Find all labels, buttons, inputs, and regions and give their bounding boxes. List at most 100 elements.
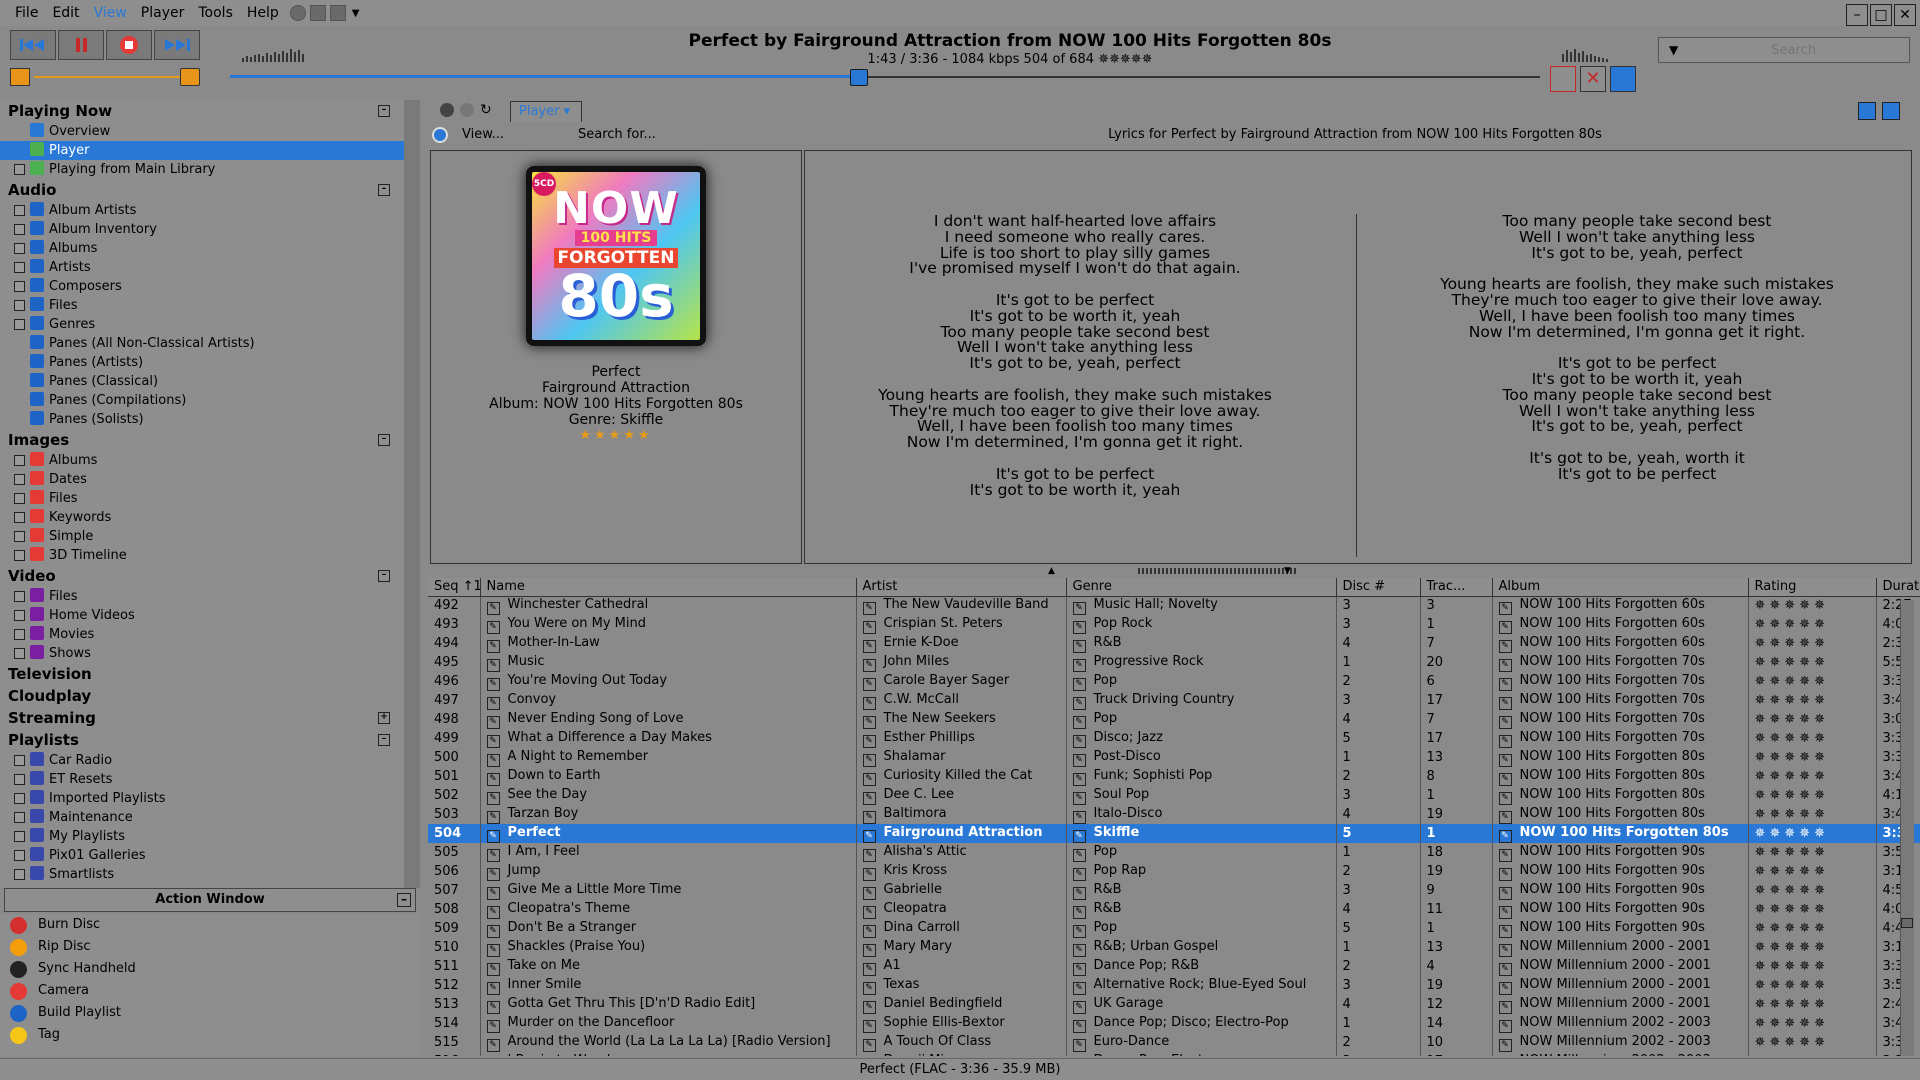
table-scrollbar[interactable] — [1900, 600, 1914, 1056]
tree-item-video[interactable]: Shows — [0, 644, 404, 663]
edit-pencil-icon[interactable]: ✎ — [862, 924, 876, 938]
edit-pencil-icon[interactable]: ✎ — [486, 981, 500, 995]
table-row[interactable]: 497 ✎ Convoy ✎ C.W. McCall ✎ Truck Driving Cou… — [428, 691, 1920, 710]
tree-scrollbar[interactable] — [404, 100, 420, 888]
tree-item-video[interactable]: Files — [0, 587, 404, 606]
search-for-menu[interactable]: Search for... — [578, 127, 656, 142]
edit-pencil-icon[interactable]: ✎ — [1498, 734, 1512, 748]
table-row[interactable]: 506 ✎ Jump ✎ Kris Kross ✎ Pop Rap 2 19 ✎ NOW 100 H… — [428, 862, 1920, 881]
edit-pencil-icon[interactable]: ✎ — [1072, 620, 1086, 634]
edit-pencil-icon[interactable]: ✎ — [1072, 810, 1086, 824]
edit-pencil-icon[interactable]: ✎ — [862, 620, 876, 634]
tree-item-audio[interactable]: Album Inventory — [0, 220, 404, 239]
edit-pencil-icon[interactable]: ✎ — [1498, 1000, 1512, 1014]
action-sync-handheld[interactable]: Sync Handheld — [0, 958, 420, 980]
expand-icon[interactable] — [14, 281, 25, 292]
expand-icon[interactable] — [14, 850, 25, 861]
edit-pencil-icon[interactable]: ✎ — [486, 696, 500, 710]
table-row[interactable]: 514 ✎ Murder on the Dancefloor ✎ Sophie Elli… — [428, 1014, 1920, 1033]
edit-pencil-icon[interactable]: ✎ — [1072, 696, 1086, 710]
edit-pencil-icon[interactable]: ✎ — [1072, 601, 1086, 615]
edit-pencil-icon[interactable]: ✎ — [862, 1038, 876, 1052]
edit-pencil-icon[interactable]: ✎ — [1498, 753, 1512, 767]
edit-pencil-icon[interactable]: ✎ — [1498, 905, 1512, 919]
expand-icon[interactable] — [14, 474, 25, 485]
column-seq[interactable]: Seq ↑1 — [428, 578, 481, 597]
edit-pencil-icon[interactable]: ✎ — [1498, 772, 1512, 786]
expand-icon[interactable] — [14, 243, 25, 254]
edit-pencil-icon[interactable]: ✎ — [862, 962, 876, 976]
expand-icon[interactable] — [14, 164, 25, 175]
pause-button[interactable] — [58, 30, 104, 60]
edit-pencil-icon[interactable]: ✎ — [1072, 772, 1086, 786]
edit-pencil-icon[interactable]: ✎ — [1072, 753, 1086, 767]
expand-icon[interactable] — [14, 648, 25, 659]
table-row[interactable]: 494 ✎ Mother-In-Law ✎ Ernie K-Doe ✎ R&B 4 7 ✎ NOW … — [428, 634, 1920, 653]
expand-icon[interactable] — [14, 319, 25, 330]
edit-pencil-icon[interactable]: ✎ — [862, 734, 876, 748]
menu-view[interactable]: View — [87, 0, 134, 26]
edit-pencil-icon[interactable]: ✎ — [862, 1000, 876, 1014]
table-row[interactable]: 504 ✎ Perfect ✎ Fairground Attraction ✎ Skiffl… — [428, 824, 1920, 843]
expand-icon[interactable] — [14, 629, 25, 640]
edit-pencil-icon[interactable]: ✎ — [862, 905, 876, 919]
action-burn-disc[interactable]: Burn Disc — [0, 914, 420, 936]
menu-edit[interactable]: Edit — [45, 0, 86, 26]
edit-pencil-icon[interactable]: ✎ — [862, 753, 876, 767]
table-row[interactable]: 501 ✎ Down to Earth ✎ Curiosity Killed the C… — [428, 767, 1920, 786]
expand-icon[interactable] — [14, 755, 25, 766]
splitter-up-icon[interactable]: ▲ — [1048, 566, 1055, 576]
edit-pencil-icon[interactable]: ✎ — [486, 943, 500, 957]
edit-pencil-icon[interactable]: ✎ — [486, 734, 500, 748]
collapse-icon[interactable]: – — [378, 184, 390, 196]
edit-pencil-icon[interactable]: ✎ — [486, 1019, 500, 1033]
table-row[interactable]: 493 ✎ You Were on My Mind ✎ Crispian St. Pet… — [428, 615, 1920, 634]
table-row[interactable]: 510 ✎ Shackles (Praise You) ✎ Mary Mary ✎ R&B;… — [428, 938, 1920, 957]
edit-pencil-icon[interactable]: ✎ — [1498, 696, 1512, 710]
expand-icon[interactable] — [14, 831, 25, 842]
action-camera[interactable]: Camera — [0, 980, 420, 1002]
menu-tools[interactable]: Tools — [191, 0, 240, 26]
edit-pencil-icon[interactable]: ✎ — [1072, 867, 1086, 881]
table-row[interactable]: 515 ✎ Around the World (La La La La La) [R… — [428, 1033, 1920, 1052]
expand-icon[interactable] — [14, 224, 25, 235]
edit-pencil-icon[interactable]: ✎ — [1498, 677, 1512, 691]
search-input[interactable] — [1678, 42, 1909, 58]
tree-item-playlist[interactable]: ET Resets — [0, 770, 404, 789]
expand-icon[interactable] — [14, 550, 25, 561]
panel-splitter[interactable]: ▲ ▼ — [428, 566, 1912, 576]
section-video[interactable]: Video – — [0, 565, 404, 587]
collapse-icon[interactable]: – — [378, 734, 390, 746]
collapse-icon[interactable]: – — [397, 893, 411, 907]
action-rip-disc[interactable]: Rip Disc — [0, 936, 420, 958]
expand-icon[interactable] — [14, 300, 25, 311]
edit-pencil-icon[interactable]: ✎ — [1072, 734, 1086, 748]
globe-icon[interactable] — [289, 5, 306, 21]
tab-player[interactable]: Player ▾ — [510, 101, 582, 122]
expand-icon[interactable] — [14, 205, 25, 216]
action-build-playlist[interactable]: Build Playlist — [0, 1002, 420, 1024]
edit-pencil-icon[interactable]: ✎ — [486, 886, 500, 900]
expand-icon[interactable] — [14, 774, 25, 785]
section-audio[interactable]: Audio – — [0, 179, 404, 201]
expand-icon[interactable] — [14, 812, 25, 823]
edit-pencil-icon[interactable]: ✎ — [1498, 620, 1512, 634]
tree-item-audio[interactable]: Panes (Artists) — [0, 353, 404, 372]
volume-slider-handle[interactable] — [180, 68, 200, 86]
table-row[interactable]: 498 ✎ Never Ending Song of Love ✎ The New Se… — [428, 710, 1920, 729]
expand-icon[interactable] — [14, 591, 25, 602]
edit-pencil-icon[interactable]: ✎ — [486, 924, 500, 938]
dropdown-arrow-icon[interactable]: ▼ — [352, 8, 360, 19]
edit-pencil-icon[interactable]: ✎ — [1072, 981, 1086, 995]
column-artist[interactable]: Artist — [856, 578, 1067, 597]
tree-item-playing-from-library[interactable]: Playing from Main Library — [0, 160, 404, 179]
edit-pencil-icon[interactable]: ✎ — [1072, 677, 1086, 691]
tree-item-video[interactable]: Home Videos — [0, 606, 404, 625]
edit-pencil-icon[interactable]: ✎ — [1498, 791, 1512, 805]
edit-pencil-icon[interactable]: ✎ — [1072, 962, 1086, 976]
edit-pencil-icon[interactable]: ✎ — [1072, 791, 1086, 805]
tree-item-images[interactable]: Files — [0, 489, 404, 508]
edit-pencil-icon[interactable]: ✎ — [1498, 867, 1512, 881]
expand-icon[interactable] — [14, 262, 25, 273]
section-cloudplay[interactable]: Cloudplay — [0, 685, 404, 707]
